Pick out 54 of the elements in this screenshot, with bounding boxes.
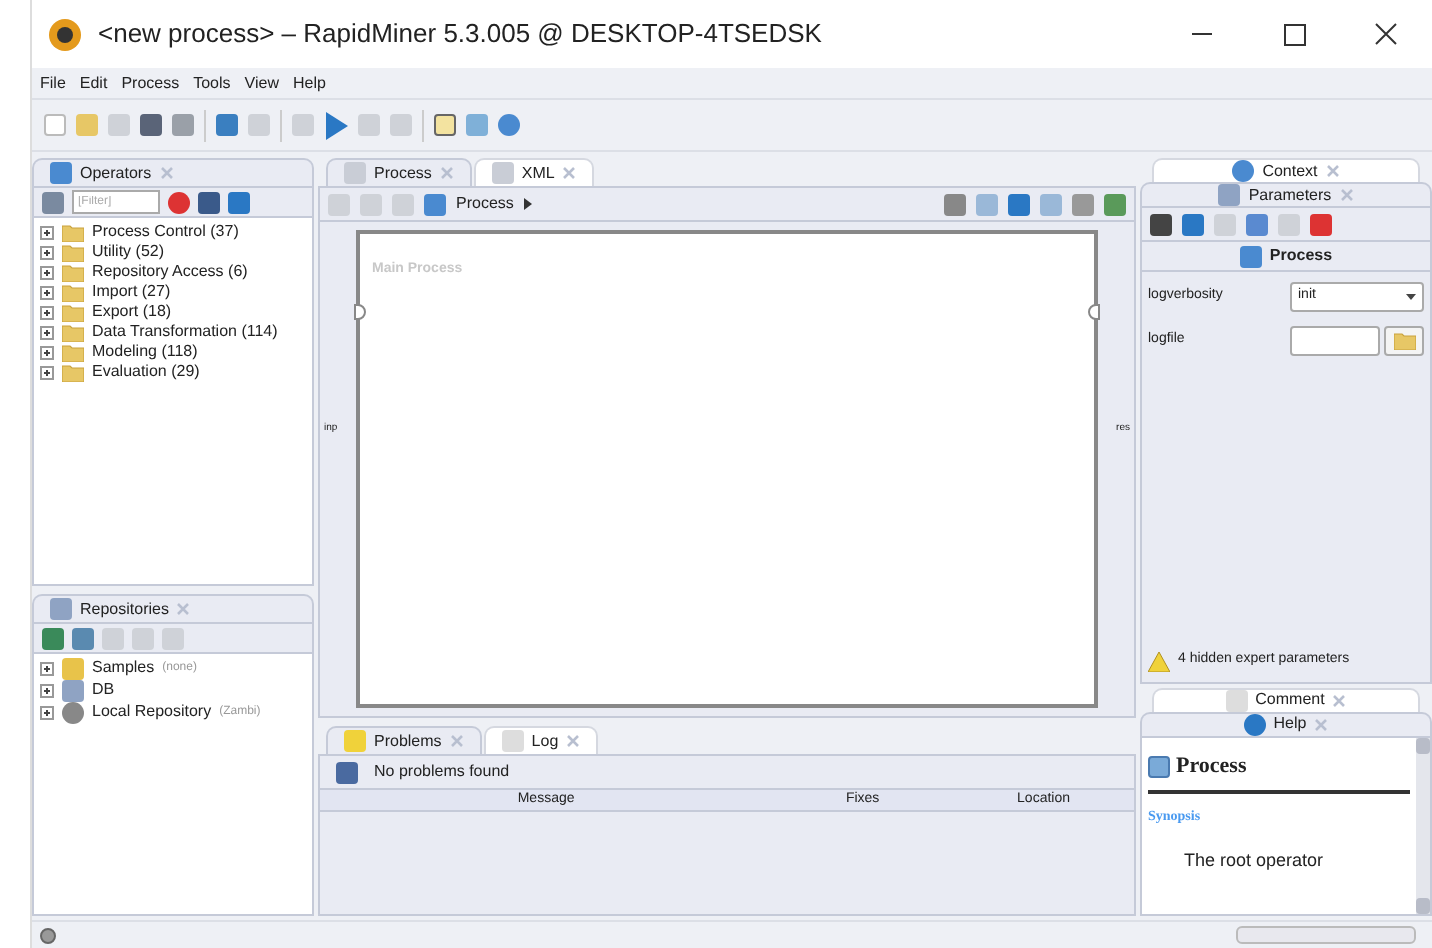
panel-tab[interactable]: Operators xyxy=(32,158,314,186)
panel-tab[interactable]: Log xyxy=(483,726,599,755)
tree-item[interactable]: DB xyxy=(92,678,115,702)
expand-icon[interactable] xyxy=(40,325,54,339)
expand-icon[interactable] xyxy=(40,661,54,675)
tree-item[interactable]: Samples xyxy=(92,656,155,680)
panel-tab[interactable]: Repositories xyxy=(32,594,314,622)
tree-item[interactable]: Import (27) xyxy=(92,280,171,304)
menu-item[interactable]: Edit xyxy=(79,71,108,95)
expand-icon[interactable] xyxy=(40,305,54,319)
tree-item[interactable]: Export (18) xyxy=(92,300,172,324)
help-heading: Process xyxy=(1176,751,1247,782)
expand-icon[interactable] xyxy=(40,683,54,697)
app-logo xyxy=(48,17,82,51)
panel-tab[interactable]: Problems xyxy=(326,726,482,755)
expand-icon[interactable] xyxy=(40,285,54,299)
panel-tab[interactable]: Context xyxy=(1152,158,1420,182)
window-title: <new process> – RapidMiner 5.3.005 @ DESKTOP-4TSEDSK xyxy=(98,16,822,53)
tree-item[interactable]: Local Repository xyxy=(92,700,212,724)
play-icon[interactable] xyxy=(324,111,348,139)
caret-icon[interactable] xyxy=(523,198,532,210)
expand-icon[interactable] xyxy=(40,705,54,719)
tree-item[interactable]: Utility (52) xyxy=(92,240,165,264)
breadcrumb[interactable]: Process xyxy=(456,192,514,216)
input-port[interactable] xyxy=(354,304,366,320)
menu-item[interactable]: Tools xyxy=(193,71,231,95)
scrollbar[interactable] xyxy=(1416,737,1430,914)
expand-icon[interactable] xyxy=(40,365,54,379)
logfile-field[interactable] xyxy=(1290,325,1380,355)
tree-item[interactable]: Modeling (118) xyxy=(92,340,198,364)
menu-item[interactable]: Help xyxy=(292,71,326,95)
tree-item[interactable]: Evaluation (29) xyxy=(92,360,200,384)
expand-icon[interactable] xyxy=(40,345,54,359)
panel-tab[interactable]: Help xyxy=(1140,711,1432,736)
panel-tab[interactable]: Parameters xyxy=(1140,182,1432,206)
help-text: The root operator xyxy=(1182,847,1326,874)
tree-item[interactable]: Process Control (37) xyxy=(92,220,239,244)
menu-item[interactable]: File xyxy=(40,71,66,95)
expand-icon[interactable] xyxy=(40,225,54,239)
tree-item[interactable]: Repository Access (6) xyxy=(92,260,248,284)
status-indicator xyxy=(40,927,56,943)
expand-icon[interactable] xyxy=(40,265,54,279)
parameters-heading: Process xyxy=(1269,244,1333,268)
panel-tab[interactable]: XML xyxy=(473,158,595,186)
expand-icon[interactable] xyxy=(40,245,54,259)
problems-status: No problems found xyxy=(374,760,510,785)
output-port[interactable] xyxy=(1088,304,1100,320)
caret-icon xyxy=(1406,293,1416,299)
panel-tab[interactable]: Process xyxy=(326,158,472,186)
panel-tab[interactable]: Comment xyxy=(1152,687,1420,712)
menu-item[interactable]: View xyxy=(244,71,279,95)
tree-item[interactable]: Data Transformation (114) xyxy=(92,320,278,344)
menu-item[interactable]: Process xyxy=(121,71,180,95)
browse-button[interactable] xyxy=(1384,325,1424,355)
